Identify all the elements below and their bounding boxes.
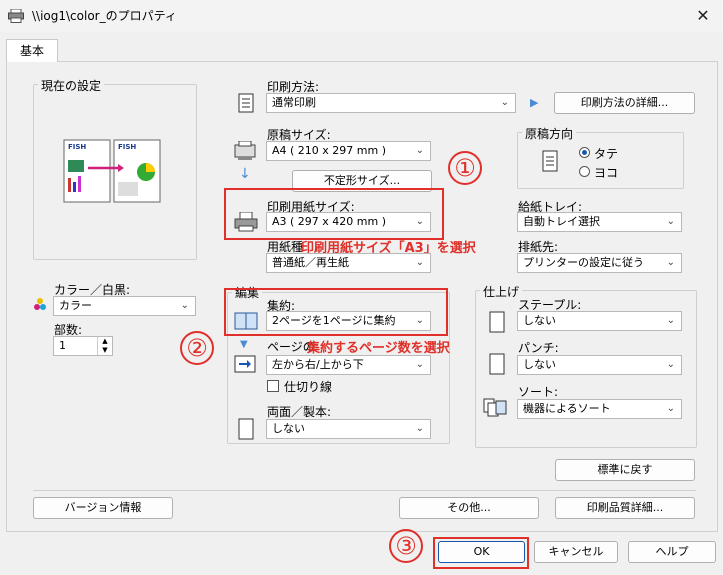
other-button[interactable]: その他... [399, 497, 539, 519]
print-method-details-button[interactable]: 印刷方法の詳細... [554, 92, 695, 114]
page-order-icon [234, 355, 256, 373]
copies-spinner[interactable]: ▲ ▼ [97, 337, 112, 355]
svg-text:FISH: FISH [68, 143, 86, 151]
window-title: \\iog1\color_のプロパティ [32, 9, 177, 23]
svg-text:FISH: FISH [118, 143, 136, 151]
output-tray-select[interactable]: プリンターの設定に従う ⌄ [517, 253, 682, 273]
chevron-down-icon: ⌄ [415, 145, 424, 156]
print-method-select[interactable]: 通常印刷 ⌄ [266, 93, 516, 113]
duplex-value: しない [272, 422, 305, 435]
chevron-down-icon: ⌄ [180, 300, 189, 311]
chevron-down-icon: ⌄ [666, 359, 675, 370]
help-button[interactable]: ヘルプ [628, 541, 716, 563]
ok-button[interactable]: OK [438, 541, 525, 563]
chevron-down-icon: ⌄ [415, 359, 424, 370]
chevron-down-icon: ⌄ [415, 257, 424, 268]
duplex-select[interactable]: しない ⌄ [266, 419, 431, 439]
punch-select[interactable]: しない ⌄ [517, 355, 682, 375]
step-2-note: 集約するページ数を選択 [307, 341, 450, 356]
version-info-button[interactable]: バージョン情報 [33, 497, 173, 519]
orientation-landscape-label: ヨコ [594, 166, 619, 180]
copier-icon [234, 141, 256, 160]
staple-select[interactable]: しない ⌄ [517, 311, 682, 331]
step-3-marker: ③ [389, 529, 423, 563]
tab-basic[interactable]: 基本 [6, 39, 58, 62]
sort-value: 機器によるソート [523, 402, 611, 415]
chevron-down-icon: ⌄ [666, 315, 675, 326]
orientation-landscape-radio[interactable] [579, 166, 590, 177]
color-dots-icon [34, 298, 46, 310]
original-size-value: A4 ( 210 x 297 mm ) [272, 144, 387, 157]
chevron-down-icon: ⌄ [415, 423, 424, 434]
sort-icon [483, 398, 507, 417]
duplex-page-icon [238, 418, 254, 440]
paper-type-value: 普通紙／再生紙 [272, 256, 349, 269]
page-order-select[interactable]: 左から右/上から下 ⌄ [266, 355, 431, 375]
paper-size-highlight [224, 188, 444, 240]
original-size-select[interactable]: A4 ( 210 x 297 mm ) ⌄ [266, 141, 431, 161]
feed-tray-select[interactable]: 自動トレイ選択 ⌄ [517, 212, 682, 232]
close-icon[interactable]: ✕ [688, 4, 718, 28]
separator-label: 仕切り線 [284, 380, 333, 394]
punch-value: しない [523, 358, 556, 371]
restore-defaults-button[interactable]: 標準に戻す [555, 459, 695, 481]
chevron-down-icon: ⌄ [666, 257, 675, 268]
current-settings-legend: 現在の設定 [38, 77, 105, 94]
duplex-label: 両面／製本: [267, 405, 332, 419]
sort-label: ソート: [518, 385, 559, 399]
chevron-down-icon: ⌄ [666, 216, 675, 227]
document-icon [238, 93, 254, 113]
down-arrow-icon: ↓ [239, 166, 251, 182]
color-mode-value: カラー [59, 299, 92, 312]
page-order-value: 左から右/上から下 [272, 358, 364, 371]
orientation-legend: 原稿方向 [522, 125, 577, 142]
output-tray-value: プリンターの設定に従う [523, 256, 644, 269]
staple-value: しない [523, 314, 556, 327]
sort-select[interactable]: 機器によるソート ⌄ [517, 399, 682, 419]
step-1-marker: ① [448, 151, 482, 185]
paper-type-select[interactable]: 普通紙／再生紙 ⌄ [266, 253, 431, 273]
separator-checkbox[interactable] [267, 380, 279, 392]
nup-highlight [224, 288, 448, 336]
play-arrow-icon: ▶ [530, 96, 539, 109]
portrait-page-icon [542, 150, 558, 172]
down-triangle-icon: ▼ [240, 339, 248, 350]
print-method-value: 通常印刷 [272, 96, 316, 109]
preview-image: FISH FISH [63, 139, 161, 203]
finishing-legend: 仕上げ [480, 283, 523, 300]
orientation-portrait-label: タテ [594, 147, 619, 161]
staple-page-icon [489, 311, 505, 333]
printer-icon [8, 9, 24, 23]
punch-label: パンチ: [518, 341, 559, 355]
cancel-button[interactable]: キャンセル [534, 541, 618, 563]
punch-page-icon [489, 353, 505, 375]
feed-tray-value: 自動トレイ選択 [523, 215, 600, 228]
divider [33, 490, 696, 491]
chevron-down-icon: ⌄ [666, 403, 675, 414]
step-2-marker: ② [180, 331, 214, 365]
color-mode-select[interactable]: カラー ⌄ [53, 296, 196, 316]
orientation-portrait-radio[interactable] [579, 147, 590, 158]
print-quality-details-button[interactable]: 印刷品質詳細... [555, 497, 695, 519]
chevron-down-icon: ⌄ [500, 97, 509, 108]
copies-value: 1 [59, 339, 66, 352]
